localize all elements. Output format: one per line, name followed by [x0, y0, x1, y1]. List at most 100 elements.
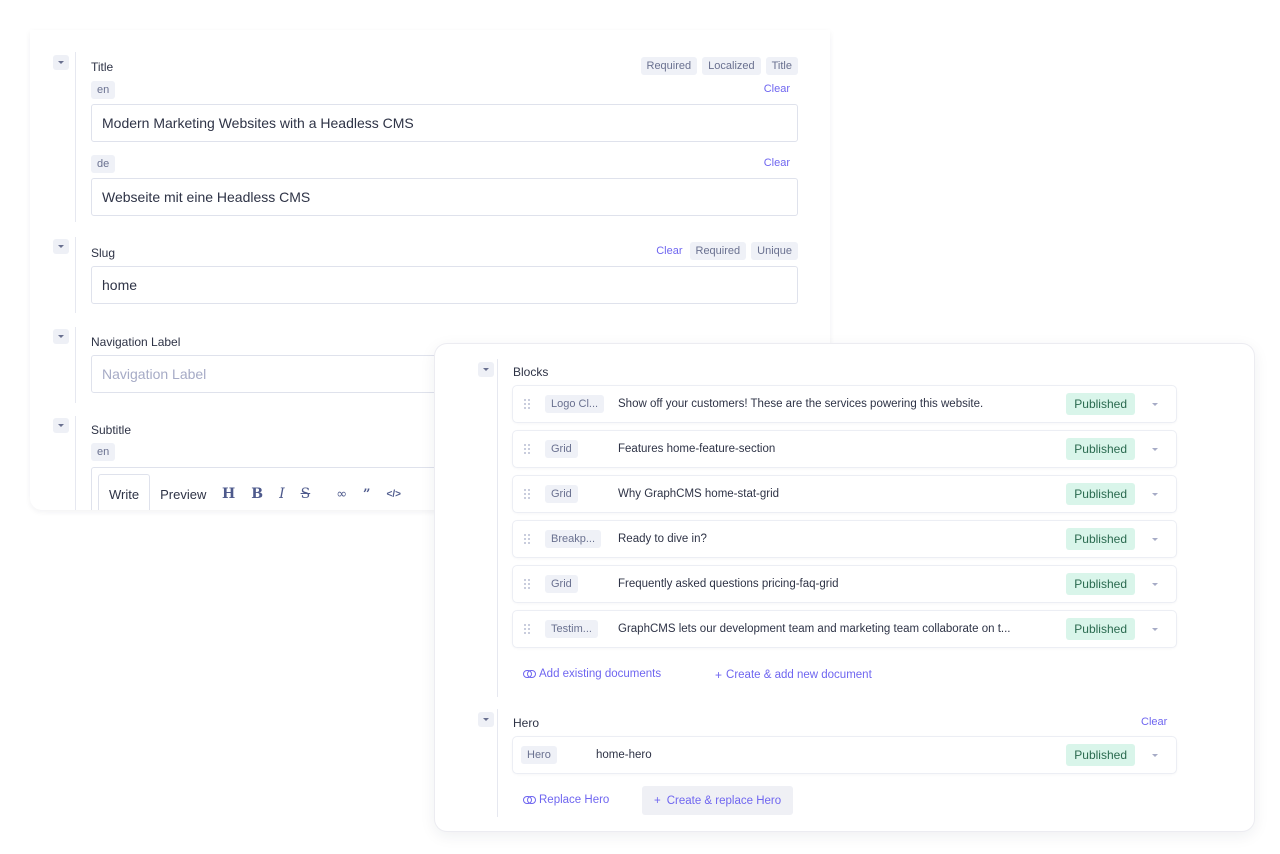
editor-toolbar: H B I S ∞ ” </> — [222, 474, 417, 510]
plus-icon: + — [654, 794, 661, 807]
link-icon — [523, 796, 536, 804]
type-chip: Breakp... — [545, 530, 602, 548]
chevron-down-icon — [483, 368, 489, 371]
block-title: Ready to dive in? — [618, 533, 707, 545]
hero-reference-row[interactable]: Hero home-hero Published — [513, 737, 1176, 773]
type-chip: Testim... — [545, 620, 598, 638]
required-tag: Required — [640, 57, 698, 75]
field-divider — [75, 327, 76, 403]
block-row[interactable]: Testim... GraphCMS lets our development t… — [513, 611, 1176, 647]
drag-handle-icon[interactable] — [513, 399, 541, 409]
chevron-down-icon — [58, 424, 64, 427]
block-title: Why GraphCMS home-stat-grid — [618, 488, 780, 500]
chevron-down-icon[interactable] — [1152, 753, 1158, 757]
chevron-down-icon[interactable] — [1152, 627, 1158, 631]
hero-collapse-button[interactable] — [478, 712, 494, 727]
status-badge: Published — [1066, 573, 1135, 595]
status-badge: Published — [1066, 744, 1135, 766]
status-badge: Published — [1066, 483, 1135, 505]
create-replace-hero-label: Create & replace Hero — [666, 794, 782, 807]
type-chip: Grid — [545, 485, 578, 503]
title-tag: Title — [765, 57, 798, 75]
create-add-new-document-button[interactable]: + Create & add new document — [715, 668, 872, 682]
plus-icon: + — [715, 668, 723, 682]
tab-write[interactable]: Write — [98, 474, 151, 510]
reference-fields-card: Blocks Logo Cl... Show off your customers… — [435, 344, 1254, 831]
navigation-label-label: Navigation Label — [91, 335, 181, 349]
drag-handle-icon[interactable] — [513, 489, 541, 499]
slug-input[interactable]: home — [91, 266, 798, 304]
link-icon — [523, 670, 536, 678]
field-divider — [75, 416, 76, 510]
drag-handle-icon[interactable] — [513, 534, 541, 544]
chevron-down-icon[interactable] — [1152, 447, 1158, 451]
title-collapse-button[interactable] — [53, 55, 69, 70]
type-chip: Hero — [521, 746, 557, 764]
chevron-down-icon — [483, 718, 489, 721]
field-divider — [75, 237, 76, 313]
block-row[interactable]: Grid Why GraphCMS home-stat-grid Published — [513, 476, 1176, 512]
slug-clear-link[interactable]: Clear — [656, 245, 682, 257]
status-badge: Published — [1066, 528, 1135, 550]
create-replace-hero-button[interactable]: + Create & replace Hero — [642, 786, 794, 815]
block-row[interactable]: Grid Frequently asked questions pricing-f… — [513, 566, 1176, 602]
drag-handle-icon[interactable] — [513, 579, 541, 589]
link-icon[interactable]: ∞ — [336, 487, 347, 502]
localized-tag: Localized — [702, 57, 761, 75]
block-row[interactable]: Grid Features home-feature-section Publish… — [513, 431, 1176, 467]
heading-icon[interactable]: H — [222, 486, 235, 502]
slug-label: Slug — [91, 246, 116, 260]
locale-chip-de: de — [91, 155, 116, 173]
title-label: Title — [91, 60, 114, 74]
replace-hero-label: Replace Hero — [539, 794, 610, 806]
status-badge: Published — [1066, 618, 1135, 640]
title-de-input[interactable]: Webseite mit eine Headless CMS — [91, 178, 798, 216]
tab-preview[interactable]: Preview — [150, 474, 216, 510]
subtitle-collapse-button[interactable] — [53, 418, 69, 433]
type-chip: Grid — [545, 575, 578, 593]
chevron-down-icon[interactable] — [1152, 582, 1158, 586]
slug-tags: Clear Required Unique — [656, 242, 798, 260]
chevron-down-icon — [58, 61, 64, 64]
navigation-label-collapse-button[interactable] — [53, 329, 69, 344]
status-badge: Published — [1066, 438, 1135, 460]
field-divider — [75, 52, 76, 222]
title-tags: Required Localized Title — [640, 57, 798, 75]
add-existing-documents-button[interactable]: Add existing documents — [523, 668, 661, 680]
hero-clear-link[interactable]: Clear — [1141, 716, 1167, 728]
unique-tag: Unique — [751, 242, 798, 260]
field-divider — [497, 709, 498, 817]
block-row[interactable]: Logo Cl... Show off your customers! These… — [513, 386, 1176, 422]
replace-hero-button[interactable]: Replace Hero — [523, 794, 609, 806]
locale-chip-en: en — [91, 81, 116, 99]
title-de-clear-link[interactable]: Clear — [764, 157, 790, 169]
field-divider — [497, 359, 498, 697]
chevron-down-icon[interactable] — [1152, 492, 1158, 496]
subtitle-label: Subtitle — [91, 423, 132, 437]
block-title: Frequently asked questions pricing-faq-g… — [618, 578, 839, 590]
editor-tabs: Write Preview — [98, 474, 216, 510]
chevron-down-icon — [58, 245, 64, 248]
block-title: Features home-feature-section — [618, 443, 776, 455]
slug-collapse-button[interactable] — [53, 239, 69, 254]
add-existing-documents-label: Add existing documents — [539, 668, 662, 680]
italic-icon[interactable]: I — [279, 486, 285, 502]
block-row[interactable]: Breakp... Ready to dive in? Published — [513, 521, 1176, 557]
code-icon[interactable]: </> — [387, 489, 401, 500]
title-en-clear-link[interactable]: Clear — [764, 83, 790, 95]
title-en-input[interactable]: Modern Marketing Websites with a Headles… — [91, 104, 798, 142]
quote-icon[interactable]: ” — [363, 487, 370, 502]
hero-label: Hero — [513, 716, 540, 730]
bold-icon[interactable]: B — [251, 486, 263, 502]
chevron-down-icon[interactable] — [1152, 402, 1158, 406]
blocks-collapse-button[interactable] — [478, 362, 494, 377]
drag-handle-icon[interactable] — [513, 444, 541, 454]
block-title: GraphCMS lets our development team and m… — [618, 623, 1011, 635]
drag-handle-icon[interactable] — [513, 624, 541, 634]
status-badge: Published — [1066, 393, 1135, 415]
strikethrough-icon[interactable]: S — [301, 486, 311, 502]
block-title: Show off your customers! These are the s… — [618, 398, 984, 410]
type-chip: Logo Cl... — [545, 395, 605, 413]
chevron-down-icon[interactable] — [1152, 537, 1158, 541]
chevron-down-icon — [58, 335, 64, 338]
